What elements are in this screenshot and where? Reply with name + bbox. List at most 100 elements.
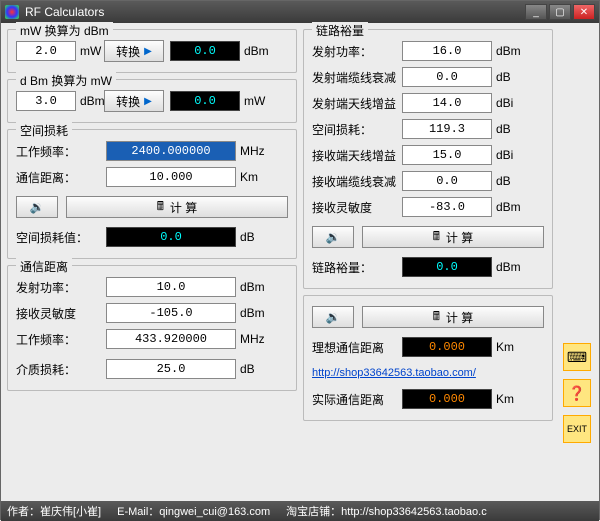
status-bar: 作者：崔庆伟[小崔] E-Mail：qingwei_cui@163.com 淘宝… [1,501,599,521]
exit-button[interactable]: EXIT [563,415,591,443]
shop-url: http://shop33642563.taobao.c [341,506,487,518]
link-space-input[interactable] [402,119,492,139]
link-txcable-input[interactable] [402,67,492,87]
medium-loss-label: 介质损耗： [16,361,106,378]
unit-label: dBm [492,44,520,58]
unit-label: dBm [492,260,520,274]
ideal-dist-output: 0.000 [402,337,492,357]
link-txant-input[interactable] [402,93,492,113]
convert-button-2[interactable]: 转换▶ [104,90,164,112]
rx-sens-input[interactable] [106,303,236,323]
freq-unit: MHz [236,144,264,158]
window-title: RF Calculators [25,5,523,19]
comm-dist-group: 通信距离 发射功率： dBm 接收灵敏度 dBm 工作频率： MHz [7,265,297,391]
calculator-icon: 🖩 [157,197,164,218]
arrow-icon: ▶ [144,96,152,107]
real-dist-label: 实际通信距离 [312,391,402,408]
mw-to-dbm-group: mW 换算为 dBm mW 转换▶ 0.0 dBm [7,29,297,73]
rx-ant-label: 接收端天线增益 [312,147,402,164]
maximize-button[interactable]: ▢ [549,4,571,20]
keyboard-icon: ⌨ [567,349,587,366]
mw-unit-label: mW [76,44,104,58]
dist-input[interactable] [106,167,236,187]
convert-button-1[interactable]: 转换▶ [104,40,164,62]
group-legend: d Bm 换算为 mW [16,72,116,89]
unit-label: dBm [492,200,520,214]
medium-unit: dB [236,362,264,376]
freq-input-2[interactable] [106,329,236,349]
minimize-button[interactable]: _ [525,4,547,20]
link-rxcable-input[interactable] [402,171,492,191]
calc-button-dist[interactable]: 🖩计 算 [362,306,544,328]
margin-output: 0.0 [402,257,492,277]
calc-button-pathloss[interactable]: 🖩计 算 [66,196,288,218]
title-bar[interactable]: RF Calculators _ ▢ ✕ [1,1,599,23]
mw-output: 0.0 [170,91,240,111]
rx-unit: dBm [236,306,264,320]
shop-link[interactable]: http://shop33642563.taobao.com/ [312,367,476,379]
margin-label: 链路裕量： [312,259,402,276]
rx-sens-label: 接收灵敏度 [312,199,402,216]
dbm-input[interactable] [16,91,76,111]
speaker-icon: 🔉 [326,230,341,244]
group-legend: 空间损耗 [16,122,72,139]
tx-power-label: 发射功率： [312,43,402,60]
space-loss-label: 空间损耗： [312,121,402,138]
dist-label: 通信距离： [16,169,106,186]
keyboard-button[interactable]: ⌨ [563,343,591,371]
sidebar-buttons: ⌨ ❓ EXIT [563,343,593,451]
tx-power-input[interactable] [106,277,236,297]
tx-power-label: 发射功率： [16,279,106,296]
tx-unit: dBm [236,280,264,294]
speaker-button-3[interactable]: 🔉 [312,306,354,328]
tx-cable-label: 发射端缆线衰减 [312,69,402,86]
unit-label: dB [492,70,520,84]
pathloss-output: 0.0 [106,227,236,247]
app-window: RF Calculators _ ▢ ✕ mW 换算为 dBm mW 转换▶ 0… [0,0,600,520]
dbm-to-mw-group: d Bm 换算为 mW dBm 转换▶ 0.0 mW [7,79,297,123]
dbm-unit-label: dBm [240,44,268,58]
ideal-dist-label: 理想通信距离 [312,339,402,356]
unit-label: Km [492,392,520,406]
author-label: 作者： [7,506,40,518]
group-legend: 链路裕量 [312,22,368,39]
rx-sens-label: 接收灵敏度 [16,305,106,322]
link-tx-input[interactable] [402,41,492,61]
mw-unit-label: mW [240,94,268,108]
speaker-icon: 🔉 [326,310,341,324]
result-unit: dB [236,230,264,244]
arrow-icon: ▶ [144,46,152,57]
help-button[interactable]: ❓ [563,379,591,407]
medium-loss-input[interactable] [106,359,236,379]
comm-dist-result-group: 🔉 🖩计 算 理想通信距离0.000Km http://shop33642563… [303,295,553,421]
tx-ant-label: 发射端天线增益 [312,95,402,112]
dist-unit: Km [236,170,264,184]
group-legend: mW 换算为 dBm [16,22,113,39]
speaker-button[interactable]: 🔉 [16,196,58,218]
close-button[interactable]: ✕ [573,4,595,20]
speaker-button-2[interactable]: 🔉 [312,226,354,248]
app-icon [5,5,19,19]
unit-label: dBi [492,96,520,110]
dbm-output: 0.0 [170,41,240,61]
freq-unit-2: MHz [236,332,264,346]
calculator-icon: 🖩 [433,227,440,248]
unit-label: dBi [492,148,520,162]
calculator-icon: 🖩 [433,307,440,328]
freq-input[interactable] [106,141,236,161]
exit-icon: EXIT [567,424,587,434]
author-name: 崔庆伟[小崔] [40,506,101,518]
unit-label: Km [492,340,520,354]
calc-button-link[interactable]: 🖩计 算 [362,226,544,248]
mw-input[interactable] [16,41,76,61]
help-icon: ❓ [568,385,585,402]
result-label: 空间损耗值： [16,229,106,246]
dbm-unit-label: dBm [76,94,104,108]
link-rxsen-input[interactable] [402,197,492,217]
unit-label: dB [492,174,520,188]
email-label: E-Mail： [117,506,159,518]
link-margin-group: 链路裕量 发射功率：dBm 发射端缆线衰减dB 发射端天线增益dBi 空间损耗：… [303,29,553,289]
link-rxant-input[interactable] [402,145,492,165]
email-value: qingwei_cui@163.com [159,506,270,518]
real-dist-output: 0.000 [402,389,492,409]
